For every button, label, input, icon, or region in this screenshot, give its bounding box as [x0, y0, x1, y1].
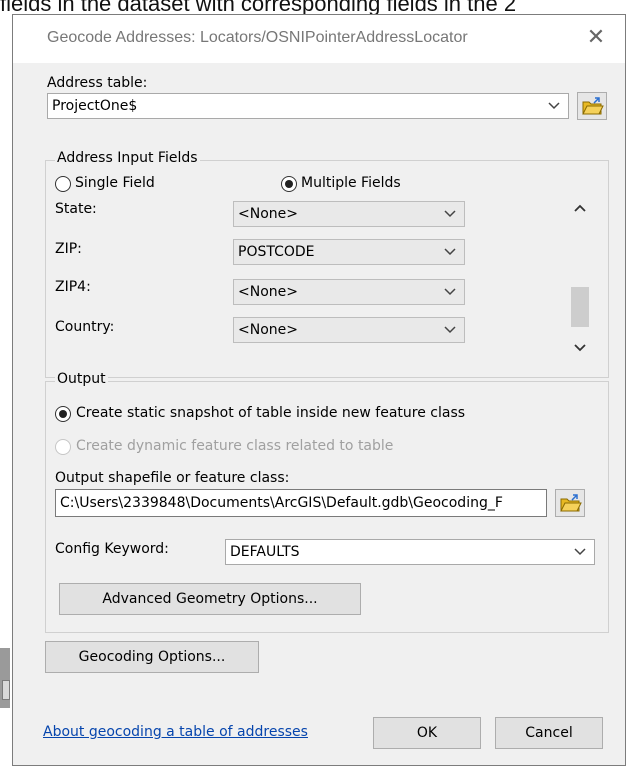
static-snapshot-radio[interactable] [55, 406, 71, 422]
output-path-input[interactable]: C:\Users\2339848\Documents\ArcGIS\Defaul… [55, 489, 547, 517]
address-fields-scrollbar[interactable] [569, 193, 591, 359]
geocoding-options-button[interactable]: Geocoding Options... [45, 641, 259, 673]
folder-open-icon [582, 97, 604, 115]
dynamic-feature-class-radio[interactable] [55, 439, 71, 455]
chevron-down-icon [444, 240, 456, 256]
country-value: <None> [238, 322, 298, 338]
chevron-down-icon [444, 280, 456, 296]
state-value: <None> [238, 206, 298, 222]
single-field-radio[interactable] [55, 176, 71, 192]
address-input-fields-group [45, 160, 609, 378]
scroll-down-icon[interactable] [569, 337, 591, 357]
address-table-browse-button[interactable] [577, 92, 607, 120]
output-browse-button[interactable] [555, 489, 585, 517]
zip4-label: ZIP4: [55, 279, 91, 295]
geocode-addresses-dialog: Geocode Addresses: Locators/OSNIPointerA… [12, 14, 626, 766]
config-keyword-select[interactable]: DEFAULTS [225, 539, 595, 565]
output-title: Output [55, 371, 108, 387]
multiple-fields-radio[interactable] [281, 176, 297, 192]
zip-value: POSTCODE [238, 244, 315, 260]
address-input-fields-title: Address Input Fields [55, 150, 200, 166]
address-table-select[interactable]: ProjectOne$ [47, 93, 569, 119]
dialog-title: Geocode Addresses: Locators/OSNIPointerA… [47, 29, 468, 46]
chevron-down-icon [574, 540, 586, 556]
zip-select[interactable]: POSTCODE [233, 239, 465, 265]
close-icon[interactable]: ✕ [583, 25, 609, 51]
background-window-control [2, 680, 10, 700]
chevron-down-icon [444, 318, 456, 334]
config-keyword-value: DEFAULTS [230, 544, 300, 560]
about-geocoding-link[interactable]: About geocoding a table of addresses [43, 724, 308, 740]
advanced-geometry-options-button[interactable]: Advanced Geometry Options... [59, 583, 361, 615]
country-select[interactable]: <None> [233, 317, 465, 343]
dynamic-feature-class-label: Create dynamic feature class related to … [76, 438, 394, 454]
config-keyword-label: Config Keyword: [55, 541, 169, 557]
cancel-button[interactable]: Cancel [495, 717, 603, 749]
ok-button[interactable]: OK [373, 717, 481, 749]
country-label: Country: [55, 319, 115, 335]
state-select[interactable]: <None> [233, 201, 465, 227]
scroll-up-icon[interactable] [569, 197, 591, 217]
state-label: State: [55, 201, 97, 217]
single-field-label: Single Field [75, 175, 155, 191]
zip4-value: <None> [238, 284, 298, 300]
chevron-down-icon [444, 202, 456, 218]
static-snapshot-label: Create static snapshot of table inside n… [76, 405, 466, 421]
scrollbar-thumb[interactable] [571, 287, 589, 327]
multiple-fields-label: Multiple Fields [301, 175, 401, 191]
address-table-value: ProjectOne$ [52, 98, 138, 114]
folder-open-icon [560, 494, 582, 512]
zip4-select[interactable]: <None> [233, 279, 465, 305]
chevron-down-icon [548, 94, 560, 110]
zip-label: ZIP: [55, 241, 82, 257]
output-path-label: Output shapefile or feature class: [55, 470, 290, 486]
address-table-label: Address table: [47, 75, 148, 91]
title-bar: Geocode Addresses: Locators/OSNIPointerA… [13, 15, 625, 63]
